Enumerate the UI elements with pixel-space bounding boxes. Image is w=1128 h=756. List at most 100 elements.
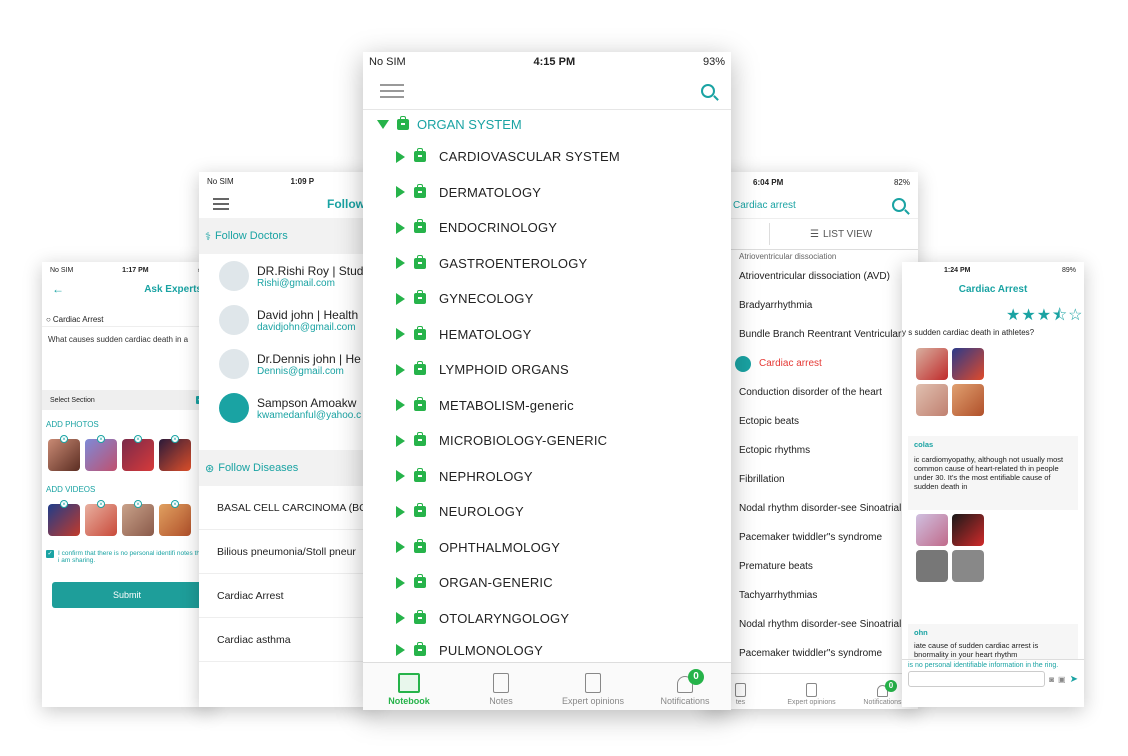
list-item-active[interactable]: Cardiac arrest [705,349,918,378]
confirm-checkbox[interactable]: ✓ [46,550,54,558]
image-thumbnail[interactable] [916,348,948,380]
search-icon[interactable] [892,198,906,212]
remove-icon[interactable]: × [134,435,142,443]
expand-triangle-icon[interactable] [396,150,405,163]
tree-item[interactable]: GYNECOLOGY [363,281,731,317]
tree-item[interactable]: PULMONOLOGY [363,636,731,664]
reply-input[interactable] [908,671,1046,687]
tab-expert-opinions[interactable]: Expert opinions [547,663,639,710]
photo-thumbnail[interactable]: × [85,435,117,471]
remove-icon[interactable]: × [97,500,105,508]
tree-item[interactable]: CARDIOVASCULAR SYSTEM [363,139,731,175]
select-section-dropdown[interactable]: Select Section ✓ [42,390,212,410]
menu-icon[interactable] [213,198,229,210]
image-thumbnail[interactable] [952,384,984,416]
video-thumbnail[interactable]: × [122,500,154,536]
photo-thumbnail[interactable]: × [159,435,191,471]
expand-triangle-icon[interactable] [396,328,405,341]
disease-row[interactable]: BASAL CELL CARCINOMA (BC [199,486,379,530]
tree-item[interactable]: ENDOCRINOLOGY [363,210,731,246]
tree-item[interactable]: HEMATOLOGY [363,317,731,353]
question-textarea[interactable]: What causes sudden cardiac death in a [42,326,212,390]
rating-stars[interactable]: ★★★⯪☆ [1006,304,1084,331]
expand-triangle-icon[interactable] [396,576,405,589]
tree-item[interactable]: ORGAN-GENERIC [363,565,731,601]
tree-item[interactable]: DERMATOLOGY [363,175,731,211]
tree-item[interactable]: NEUROLOGY [363,494,731,530]
video-icon[interactable]: ▣ [1058,675,1066,684]
remove-icon[interactable]: × [60,435,68,443]
expand-triangle-icon[interactable] [396,612,405,625]
collapse-triangle-icon[interactable] [377,119,389,129]
tab-notebook[interactable]: Notebook [363,663,455,710]
doctor-row[interactable]: Sampson Amoakw kwamedanful@yahoo.c [199,386,379,430]
confirm-row[interactable]: ✓ I confirm that there is no personal id… [42,540,212,574]
list-item[interactable]: Bundle Branch Reentrant Ventricular Tac [705,320,918,349]
tab-expert-opinions[interactable]: Expert opinions [776,674,847,709]
camera-icon[interactable]: ◙ [1049,675,1054,684]
image-thumbnail[interactable] [952,348,984,380]
list-item[interactable]: Premature beats [705,552,918,581]
photo-thumbnail[interactable]: × [48,435,80,471]
add-photos-label[interactable]: ADD PHOTOS [42,410,212,435]
tree-item[interactable]: MICROBIOLOGY-GENERIC [363,423,731,459]
tab-notes[interactable]: Notes [455,663,547,710]
doctor-row[interactable]: DR.Rishi Roy | Stud Rishi@gmail.com [199,254,379,298]
tab-notifications[interactable]: 0 Notifications [639,663,731,710]
expand-triangle-icon[interactable] [396,434,405,447]
remove-icon[interactable]: × [60,500,68,508]
disease-row[interactable]: Cardiac asthma [199,618,379,662]
tree-item[interactable]: METABOLISM-generic [363,388,731,424]
list-item[interactable]: Conduction disorder of the heart [705,378,918,407]
list-item[interactable]: Tachyarrhythmias [705,581,918,610]
add-videos-label[interactable]: ADD VIDEOS [42,475,212,500]
list-view-toggle[interactable]: ☰ LIST VIEW [705,218,918,250]
doctor-row[interactable]: David john | Health davidjohn@gmail.com [199,298,379,342]
expand-triangle-icon[interactable] [396,221,405,234]
video-thumbnail[interactable] [952,550,984,582]
disease-row[interactable]: Bilious pneumonia/Stoll pneur [199,530,379,574]
image-thumbnail[interactable] [916,384,948,416]
photo-thumbnail[interactable]: × [122,435,154,471]
expand-triangle-icon[interactable] [396,399,405,412]
video-thumbnail[interactable]: × [159,500,191,536]
expand-triangle-icon[interactable] [396,363,405,376]
list-item[interactable]: Ectopic beats [705,407,918,436]
tree-item[interactable]: OTOLARYNGOLOGY [363,601,731,637]
remove-icon[interactable]: × [134,500,142,508]
list-item[interactable]: Atrioventricular dissociation (AVD) [705,262,918,291]
back-arrow-icon[interactable]: ← [52,282,68,296]
expand-triangle-icon[interactable] [396,470,405,483]
tree-item[interactable]: OPHTHALMOLOGY [363,530,731,566]
image-thumbnail[interactable] [916,514,948,546]
send-icon[interactable]: ➤ [1070,674,1078,685]
submit-button[interactable]: Submit [52,582,202,608]
search-icon[interactable] [701,83,715,98]
expand-triangle-icon[interactable] [396,186,405,199]
image-thumbnail[interactable] [952,514,984,546]
list-item[interactable]: Nodal rhythm disorder-see Sinoatrial No [705,610,918,639]
list-item[interactable]: Pacemaker twiddler"s syndrome [705,523,918,552]
expand-triangle-icon[interactable] [396,505,405,518]
list-item[interactable]: Bradyarrhythmia [705,291,918,320]
disease-row[interactable]: Cardiac Arrest [199,574,379,618]
video-thumbnail[interactable]: × [85,500,117,536]
search-input[interactable]: ○ Cardiac Arrest [42,312,212,326]
tree-item[interactable]: LYMPHOID ORGANS [363,352,731,388]
expand-triangle-icon[interactable] [396,257,405,270]
tree-item[interactable]: GASTROENTEROLOGY [363,246,731,282]
expand-triangle-icon[interactable] [396,292,405,305]
list-item[interactable]: Ectopic rhythms [705,436,918,465]
expand-triangle-icon[interactable] [396,541,405,554]
doctor-row[interactable]: Dr.Dennis john | He Dennis@gmail.com [199,342,379,386]
remove-icon[interactable]: × [171,435,179,443]
remove-icon[interactable]: × [97,435,105,443]
expand-triangle-icon[interactable] [396,644,405,656]
remove-icon[interactable]: × [171,500,179,508]
tree-item[interactable]: NEPHROLOGY [363,459,731,495]
menu-icon[interactable] [380,83,404,98]
tree-root[interactable]: ORGAN SYSTEM [363,112,731,136]
list-item[interactable]: Nodal rhythm disorder-see Sinoatrial No [705,494,918,523]
list-item[interactable]: Atrioventricular dissociation [705,250,918,262]
video-thumbnail[interactable]: × [48,500,80,536]
